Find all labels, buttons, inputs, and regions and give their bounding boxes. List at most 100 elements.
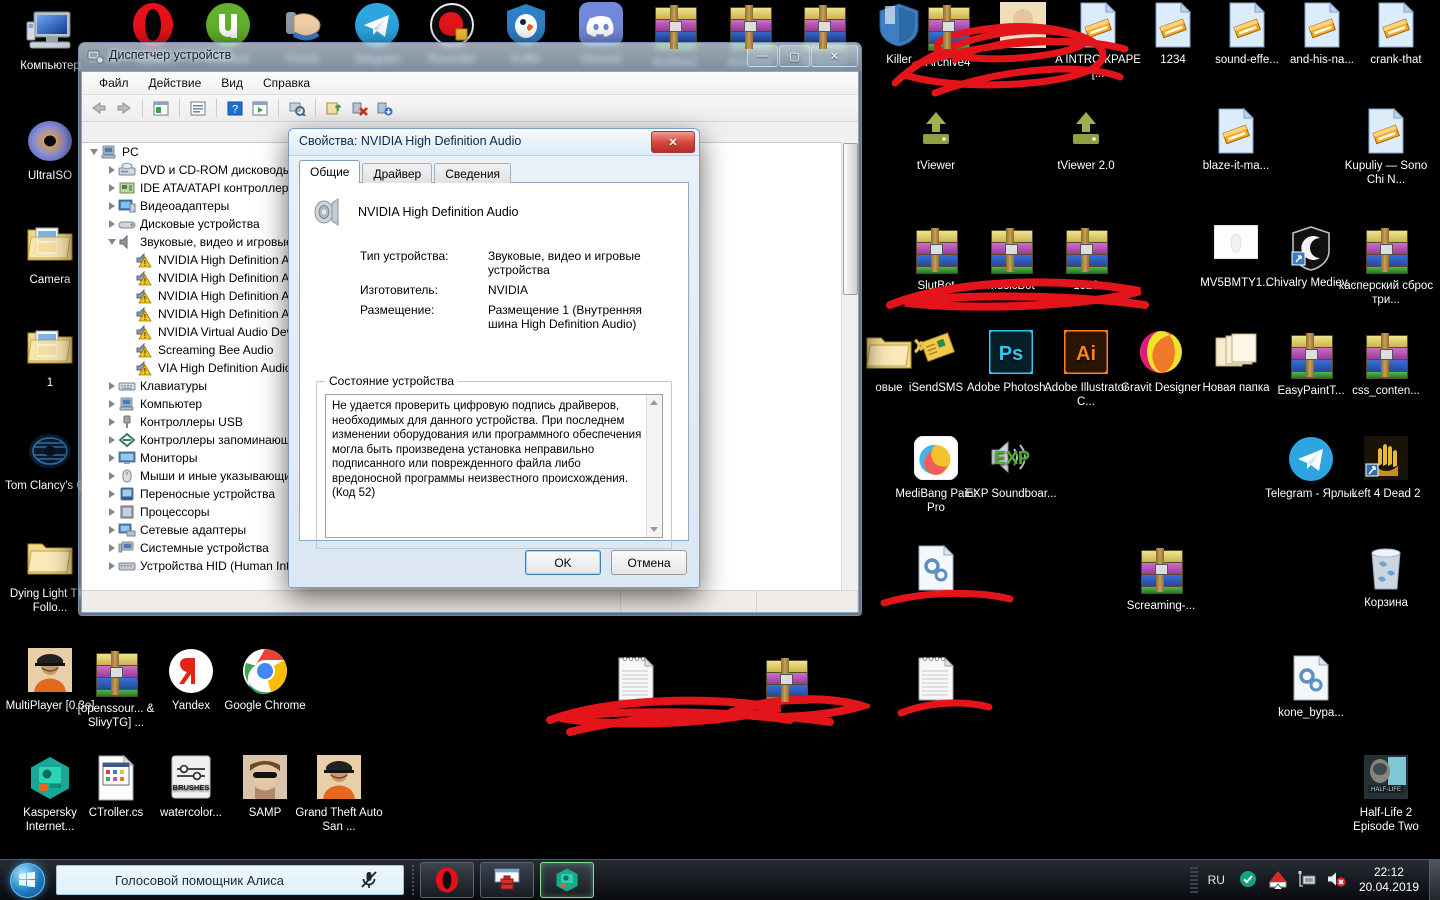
ok-button[interactable]: OK — [525, 550, 601, 575]
taskbar[interactable]: Голосовой помощник Алиса RU 22:12 20.04.… — [0, 859, 1440, 900]
maximize-button[interactable]: ▢ — [779, 45, 810, 67]
chevron-right-icon[interactable] — [106, 395, 118, 413]
desktop-icon[interactable]: tViewer — [888, 108, 984, 173]
toolbar[interactable]: ? — [82, 95, 858, 122]
forward-arrow-icon[interactable] — [113, 97, 135, 119]
chevron-right-icon[interactable] — [106, 485, 118, 503]
opera-taskbar-button[interactable] — [420, 862, 474, 898]
console-tree-icon[interactable] — [249, 97, 271, 119]
desktop-icon[interactable]: Grand Theft Auto San ... — [291, 755, 387, 834]
chevron-down-icon[interactable] — [106, 233, 118, 251]
chevron-right-icon[interactable] — [106, 539, 118, 557]
menu-bar[interactable]: Файл Действие Вид Справка — [82, 72, 858, 95]
svg-text:!: ! — [144, 259, 147, 268]
tray-grip[interactable] — [1189, 867, 1198, 893]
winrar-icon — [912, 228, 960, 276]
chevron-right-icon[interactable] — [106, 557, 118, 575]
volume-muted-tray-icon[interactable] — [1326, 870, 1346, 890]
desktop-icon[interactable] — [588, 655, 684, 706]
properties-icon[interactable] — [150, 97, 172, 119]
chevron-right-icon[interactable] — [106, 179, 118, 197]
desktop-icon[interactable]: 1820 — [1038, 225, 1134, 293]
help-icon[interactable]: ? — [224, 97, 246, 119]
menu-item-view[interactable]: Вид — [212, 73, 252, 93]
scroll-down-icon[interactable] — [650, 527, 658, 532]
system-tray[interactable]: RU 22:12 20.04.2019 — [1189, 860, 1440, 900]
enable-device-icon[interactable] — [373, 97, 395, 119]
chevron-down-icon[interactable] — [88, 143, 100, 161]
desktop-icon-label: Archive4 — [925, 57, 971, 69]
desktop-icon[interactable]: blaze-it-ma... — [1188, 107, 1284, 173]
desktop-icon-label: Google Chrome — [224, 700, 306, 712]
desktop-icon[interactable]: касперский сброс три... — [1338, 225, 1434, 307]
toolbox-taskbar-button[interactable] — [480, 862, 534, 898]
desktop-icon-label: tViewer 2.0 — [1057, 160, 1115, 172]
desktop-icon[interactable] — [888, 544, 984, 596]
desktop-icon[interactable]: HALF-LIFE Half-Life 2 Episode Two — [1338, 755, 1434, 834]
chevron-right-icon[interactable] — [106, 449, 118, 467]
device-manager-taskbar-button[interactable] — [540, 862, 594, 898]
window-controls[interactable]: — ▢ ✕ — [747, 45, 858, 67]
kaspersky-tray-icon[interactable] — [1239, 870, 1259, 890]
dialog-buttons[interactable]: OK Отмена — [525, 550, 687, 575]
status-scrollbar[interactable] — [646, 395, 662, 537]
tab-general[interactable]: Общие — [299, 160, 361, 183]
desktop-icon[interactable] — [738, 655, 834, 709]
properties-tabs[interactable]: Общие Драйвер Сведения — [299, 160, 513, 183]
menu-item-file[interactable]: Файл — [90, 73, 138, 93]
menu-item-help[interactable]: Справка — [254, 73, 319, 93]
desktop-icon[interactable]: Корзина — [1338, 545, 1434, 610]
illustrator-icon: Ai — [1062, 328, 1110, 378]
desktop-icon[interactable]: Kupuliy — Sono Chi N... — [1338, 107, 1434, 187]
menu-item-action[interactable]: Действие — [140, 73, 211, 93]
chevron-right-icon[interactable] — [106, 377, 118, 395]
update-driver-icon[interactable] — [323, 97, 345, 119]
properties-dialog[interactable]: Свойства: NVIDIA High Definition Audio ✕… — [288, 128, 700, 588]
back-arrow-icon[interactable] — [88, 97, 110, 119]
tab-driver[interactable]: Драйвер — [362, 163, 433, 183]
desktop-icon[interactable]: Google Chrome — [217, 648, 313, 713]
desktop-icon[interactable]: kone_bypa... — [1263, 654, 1359, 720]
alice-assistant-bar[interactable]: Голосовой помощник Алиса — [56, 865, 404, 895]
desktop-icon[interactable]: css_conten... — [1338, 330, 1434, 398]
chevron-right-icon[interactable] — [106, 197, 118, 215]
show-desktop-button[interactable] — [1429, 860, 1440, 900]
show-hidden-icon[interactable] — [187, 97, 209, 119]
cancel-button[interactable]: Отмена — [611, 550, 687, 575]
clock[interactable]: 22:12 20.04.2019 — [1359, 865, 1419, 895]
network-tray-icon[interactable] — [1297, 870, 1317, 890]
gear-file-icon — [912, 544, 960, 593]
chevron-right-icon[interactable] — [106, 215, 118, 233]
svg-text:EXP: EXP — [994, 448, 1030, 468]
start-button[interactable] — [4, 862, 50, 898]
desktop-icon[interactable]: tViewer 2.0 — [1038, 108, 1134, 173]
chevron-right-icon[interactable] — [106, 467, 118, 485]
sound-warning-icon: ! — [136, 342, 154, 358]
disc-icon — [26, 118, 74, 166]
desktop-icon[interactable]: crank-that — [1348, 1, 1440, 67]
desktop-icon[interactable]: EXP EXP Soundboar... — [963, 436, 1059, 501]
tab-details[interactable]: Сведения — [434, 163, 512, 183]
chevron-right-icon[interactable] — [106, 161, 118, 179]
update-tray-icon[interactable] — [1268, 870, 1288, 890]
desktop-icon[interactable]: Screaming-... — [1113, 545, 1209, 613]
chevron-right-icon[interactable] — [106, 431, 118, 449]
desktop-icon[interactable] — [888, 655, 984, 706]
tree-scrollbar[interactable] — [841, 142, 858, 590]
mic-muted-icon[interactable] — [359, 870, 379, 890]
scroll-up-icon[interactable] — [650, 400, 658, 405]
scan-hardware-icon[interactable] — [286, 97, 308, 119]
censored-icon — [999, 2, 1047, 50]
language-indicator[interactable]: RU — [1208, 873, 1225, 887]
samp-girl-icon — [241, 755, 289, 803]
properties-close-button[interactable]: ✕ — [651, 131, 695, 153]
uninstall-device-icon[interactable] — [348, 97, 370, 119]
chevron-right-icon[interactable] — [106, 521, 118, 539]
chevron-right-icon[interactable] — [106, 413, 118, 431]
desktop-icon[interactable]: Left 4 Dead 2 — [1338, 436, 1434, 501]
device-manager-titlebar[interactable]: Диспетчер устройств — ▢ ✕ — [79, 43, 861, 71]
chevron-right-icon[interactable] — [106, 503, 118, 521]
notepad-file-icon — [612, 655, 660, 703]
tree-scrollbar-thumb[interactable] — [843, 143, 858, 295]
properties-titlebar[interactable]: Свойства: NVIDIA High Definition Audio ✕ — [289, 129, 699, 156]
